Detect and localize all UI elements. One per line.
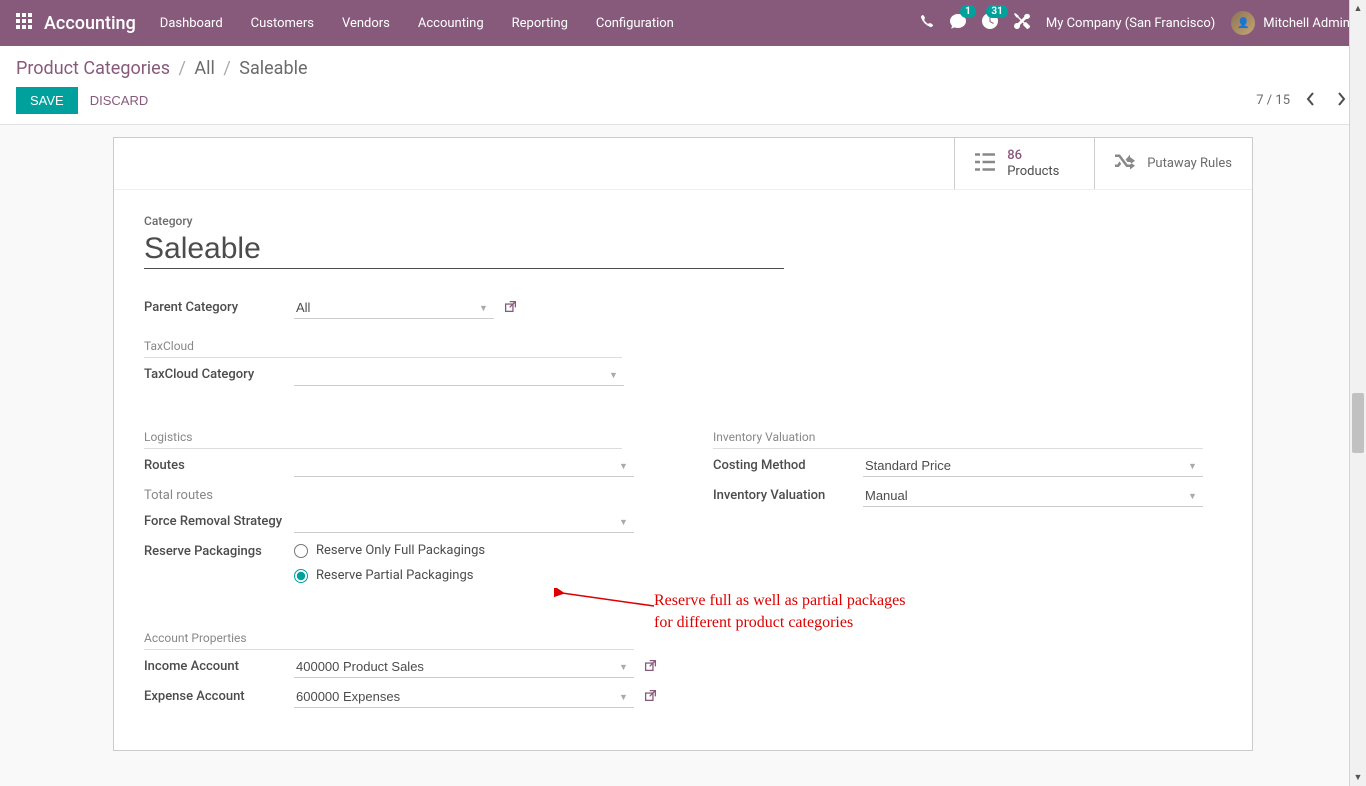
reserve-partial-label: Reserve Partial Packagings bbox=[316, 568, 473, 583]
expense-account-input[interactable] bbox=[294, 686, 634, 708]
menu-configuration[interactable]: Configuration bbox=[596, 16, 674, 31]
title-group: Category bbox=[144, 214, 1222, 269]
form-sheet: 86 Products Putaway Rules Category bbox=[113, 137, 1253, 751]
reserve-full-label: Reserve Only Full Packagings bbox=[316, 543, 485, 558]
activities-icon[interactable]: 31 bbox=[982, 13, 998, 33]
menu-vendors[interactable]: Vendors bbox=[342, 16, 390, 31]
total-routes-label: Total routes bbox=[144, 485, 294, 503]
inventory-valuation-input[interactable] bbox=[863, 485, 1203, 507]
account-section: Account Properties bbox=[144, 631, 634, 650]
products-label: Products bbox=[1007, 164, 1059, 180]
products-count: 86 bbox=[1007, 148, 1059, 164]
taxcloud-category-label: TaxCloud Category bbox=[144, 364, 294, 382]
routes-label: Routes bbox=[144, 455, 294, 473]
app-name[interactable]: Accounting bbox=[44, 13, 136, 34]
category-name-input[interactable] bbox=[144, 230, 784, 269]
phone-icon[interactable] bbox=[920, 14, 934, 32]
force-removal-input[interactable] bbox=[294, 511, 634, 533]
control-panel: Product Categories / All / Saleable SAVE… bbox=[0, 46, 1366, 125]
discard-button[interactable]: DISCARD bbox=[90, 93, 149, 108]
menu-dashboard[interactable]: Dashboard bbox=[160, 16, 223, 31]
taxcloud-category-input[interactable] bbox=[294, 364, 624, 386]
messages-badge: 1 bbox=[960, 5, 976, 18]
breadcrumb: Product Categories / All / Saleable bbox=[16, 58, 1350, 79]
company-switcher[interactable]: My Company (San Francisco) bbox=[1046, 16, 1215, 31]
logistics-section: Logistics bbox=[144, 430, 622, 449]
external-link-icon[interactable] bbox=[504, 300, 517, 317]
systray: 1 31 My Company (San Francisco) 👤 Mitche… bbox=[920, 11, 1350, 35]
main-menu: Dashboard Customers Vendors Accounting R… bbox=[160, 16, 920, 31]
top-navbar: Accounting Dashboard Customers Vendors A… bbox=[0, 0, 1366, 46]
breadcrumb-path2: Saleable bbox=[239, 58, 307, 79]
menu-reporting[interactable]: Reporting bbox=[512, 16, 568, 31]
button-box: 86 Products Putaway Rules bbox=[114, 138, 1252, 190]
user-menu[interactable]: 👤 Mitchell Admin bbox=[1231, 11, 1350, 35]
inventory-section: Inventory Valuation bbox=[713, 430, 1203, 449]
breadcrumb-path1: All bbox=[194, 58, 215, 79]
vertical-scrollbar[interactable]: ▲ ▼ bbox=[1349, 0, 1366, 786]
putaway-label: Putaway Rules bbox=[1147, 156, 1232, 172]
reserve-full-radio[interactable] bbox=[294, 544, 308, 558]
putaway-stat-button[interactable]: Putaway Rules bbox=[1094, 138, 1252, 189]
reserve-packagings-label: Reserve Packagings bbox=[144, 541, 294, 559]
parent-category-input[interactable] bbox=[294, 297, 494, 319]
external-link-icon[interactable] bbox=[644, 689, 657, 706]
scroll-down-icon[interactable]: ▼ bbox=[1350, 769, 1366, 786]
routes-input[interactable] bbox=[294, 455, 634, 477]
pager: 7 / 15 bbox=[1256, 90, 1350, 112]
scroll-thumb[interactable] bbox=[1352, 393, 1364, 453]
apps-icon[interactable] bbox=[16, 13, 32, 33]
messages-icon[interactable]: 1 bbox=[950, 13, 966, 33]
menu-accounting[interactable]: Accounting bbox=[418, 16, 484, 31]
pager-next-icon[interactable] bbox=[1332, 90, 1350, 112]
bars-icon bbox=[975, 152, 995, 176]
inventory-valuation-label: Inventory Valuation bbox=[713, 485, 863, 503]
force-removal-label: Force Removal Strategy bbox=[144, 511, 294, 529]
reserve-partial-radio[interactable] bbox=[294, 569, 308, 583]
random-icon bbox=[1115, 152, 1135, 176]
taxcloud-section: TaxCloud bbox=[144, 339, 622, 358]
activities-badge: 31 bbox=[986, 5, 1007, 18]
scroll-up-icon[interactable]: ▲ bbox=[1350, 0, 1366, 17]
category-label: Category bbox=[144, 214, 1222, 228]
save-button[interactable]: SAVE bbox=[16, 87, 78, 114]
reserve-packagings-radio: Reserve Only Full Packagings Reserve Par… bbox=[294, 541, 485, 583]
income-account-label: Income Account bbox=[144, 656, 294, 674]
income-account-input[interactable] bbox=[294, 656, 634, 678]
breadcrumb-root[interactable]: Product Categories bbox=[16, 58, 170, 79]
user-avatar: 👤 bbox=[1231, 11, 1255, 35]
external-link-icon[interactable] bbox=[644, 659, 657, 676]
parent-category-label: Parent Category bbox=[144, 297, 294, 315]
costing-method-label: Costing Method bbox=[713, 455, 863, 473]
debug-icon[interactable] bbox=[1014, 13, 1030, 33]
products-stat-button[interactable]: 86 Products bbox=[954, 138, 1094, 189]
pager-prev-icon[interactable] bbox=[1302, 90, 1320, 112]
expense-account-label: Expense Account bbox=[144, 686, 294, 704]
user-name: Mitchell Admin bbox=[1263, 16, 1350, 31]
pager-text: 7 / 15 bbox=[1256, 93, 1290, 108]
menu-customers[interactable]: Customers bbox=[251, 16, 314, 31]
costing-method-input[interactable] bbox=[863, 455, 1203, 477]
